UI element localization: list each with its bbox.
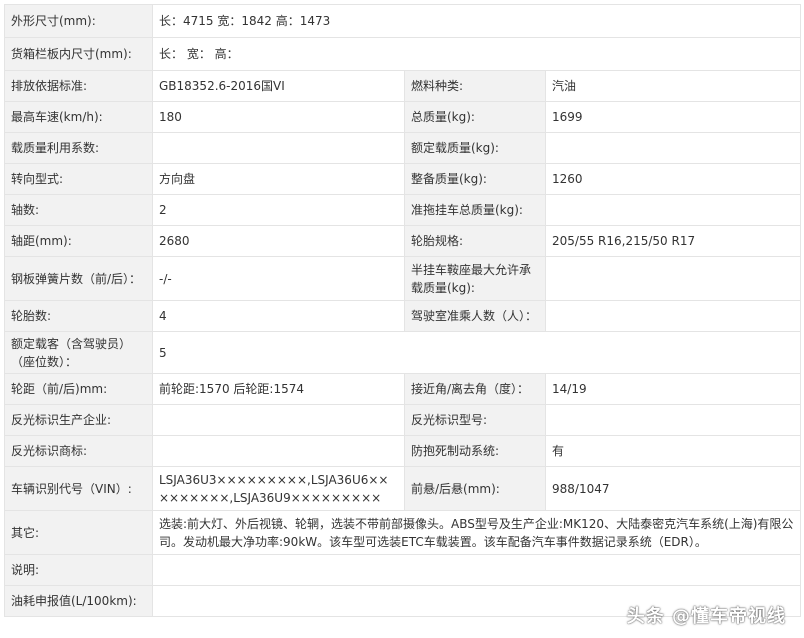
table-row: 最高车速(km/h): 180 总质量(kg): 1699 bbox=[4, 101, 802, 133]
row-value: 5 bbox=[151, 331, 802, 374]
row-value: LSJA36U3×××××××××,LSJA36U6×××××××××,LSJA… bbox=[152, 466, 405, 511]
row-label: 轴距(mm): bbox=[4, 225, 153, 257]
row-label: 反光标识生产企业: bbox=[4, 404, 153, 436]
watermark: 头条 @懂车帝视线 bbox=[626, 606, 786, 627]
row-value-2: 14/19 bbox=[544, 373, 802, 405]
row-value: 方向盘 bbox=[152, 163, 405, 195]
row-label: 最高车速(km/h): bbox=[4, 101, 153, 133]
row-value-2 bbox=[544, 300, 802, 332]
row-label: 排放依据标准: bbox=[4, 70, 153, 102]
table-row: 车辆识别代号（VIN）: LSJA36U3×××××××××,LSJA36U6×… bbox=[4, 466, 802, 511]
row-value: 选装:前大灯、外后视镜、轮辋，选装不带前部摄像头。ABS型号及生产企业:MK12… bbox=[151, 510, 802, 555]
row-label: 反光标识商标: bbox=[4, 435, 153, 467]
table-row: 轴距(mm): 2680 轮胎规格: 205/55 R16,215/50 R17 bbox=[4, 225, 802, 257]
table-row: 轮距（前/后)mm: 前轮距:1570 后轮距:1574 接近角/离去角（度）：… bbox=[4, 373, 802, 405]
row-label-2: 整备质量(kg): bbox=[404, 163, 546, 195]
spec-table: 外形尺寸(mm): 长：4715 宽：1842 高：1473 货箱栏板内尺寸(m… bbox=[4, 4, 802, 617]
row-label: 说明: bbox=[4, 554, 153, 586]
row-label: 其它: bbox=[4, 510, 153, 555]
row-label: 轮胎数: bbox=[4, 300, 153, 332]
row-value: 长： 宽： 高： bbox=[151, 37, 802, 71]
table-row: 反光标识生产企业: 反光标识型号: bbox=[4, 404, 802, 436]
row-value-2: 汽油 bbox=[544, 70, 802, 102]
row-label: 外形尺寸(mm): bbox=[4, 4, 153, 38]
row-label-2: 半挂车鞍座最大允许承载质量(kg): bbox=[404, 256, 546, 301]
row-label-2: 驾驶室准乘人数（人）： bbox=[404, 300, 546, 332]
row-label: 油耗申报值(L/100km): bbox=[4, 585, 153, 617]
table-row: 转向型式: 方向盘 整备质量(kg): 1260 bbox=[4, 163, 802, 195]
row-label-2: 防抱死制动系统: bbox=[404, 435, 546, 467]
row-label-2: 接近角/离去角（度）： bbox=[404, 373, 546, 405]
table-row: 其它: 选装:前大灯、外后视镜、轮辋，选装不带前部摄像头。ABS型号及生产企业:… bbox=[4, 510, 802, 555]
row-value-2: 1699 bbox=[544, 101, 802, 133]
row-label-2: 总质量(kg): bbox=[404, 101, 546, 133]
table-row: 轮胎数: 4 驾驶室准乘人数（人）： bbox=[4, 300, 802, 332]
row-label: 额定载客（含驾驶员）（座位数）： bbox=[4, 331, 153, 374]
table-row: 货箱栏板内尺寸(mm): 长： 宽： 高： bbox=[4, 37, 802, 71]
row-value-2 bbox=[544, 194, 802, 226]
table-row: 载质量利用系数: 额定载质量(kg): bbox=[4, 132, 802, 164]
row-label: 货箱栏板内尺寸(mm): bbox=[4, 37, 153, 71]
row-label-2: 前悬/后悬(mm): bbox=[404, 466, 546, 511]
row-value: 2 bbox=[152, 194, 405, 226]
row-label: 轮距（前/后)mm: bbox=[4, 373, 153, 405]
row-value bbox=[151, 554, 802, 586]
row-value-2 bbox=[544, 404, 802, 436]
row-value: -/- bbox=[152, 256, 405, 301]
row-value-2 bbox=[544, 132, 802, 164]
table-row: 反光标识商标: 防抱死制动系统: 有 bbox=[4, 435, 802, 467]
table-row: 额定载客（含驾驶员）（座位数）： 5 bbox=[4, 331, 802, 374]
row-value bbox=[152, 132, 405, 164]
row-value: 180 bbox=[152, 101, 405, 133]
row-label: 转向型式: bbox=[4, 163, 153, 195]
table-row: 轴数: 2 准拖挂车总质量(kg): bbox=[4, 194, 802, 226]
table-row: 外形尺寸(mm): 长：4715 宽：1842 高：1473 bbox=[4, 4, 802, 38]
row-value: 2680 bbox=[152, 225, 405, 257]
row-label-2: 燃料种类: bbox=[404, 70, 546, 102]
row-value: GB18352.6-2016国VI bbox=[152, 70, 405, 102]
row-value bbox=[152, 404, 405, 436]
row-label: 载质量利用系数: bbox=[4, 132, 153, 164]
row-label-2: 轮胎规格: bbox=[404, 225, 546, 257]
row-value-2: 988/1047 bbox=[544, 466, 802, 511]
row-value bbox=[152, 435, 405, 467]
row-value-2 bbox=[544, 256, 802, 301]
table-row: 钢板弹簧片数（前/后）： -/- 半挂车鞍座最大允许承载质量(kg): bbox=[4, 256, 802, 301]
row-value: 4 bbox=[152, 300, 405, 332]
row-value: 长：4715 宽：1842 高：1473 bbox=[151, 4, 802, 38]
row-label: 轴数: bbox=[4, 194, 153, 226]
table-row: 排放依据标准: GB18352.6-2016国VI 燃料种类: 汽油 bbox=[4, 70, 802, 102]
table-row: 说明: bbox=[4, 554, 802, 586]
row-label-2: 额定载质量(kg): bbox=[404, 132, 546, 164]
row-value-2: 1260 bbox=[544, 163, 802, 195]
row-label: 车辆识别代号（VIN）: bbox=[4, 466, 153, 511]
row-label-2: 准拖挂车总质量(kg): bbox=[404, 194, 546, 226]
row-value: 前轮距:1570 后轮距:1574 bbox=[152, 373, 405, 405]
row-value-2: 有 bbox=[544, 435, 802, 467]
row-label-2: 反光标识型号: bbox=[404, 404, 546, 436]
row-label: 钢板弹簧片数（前/后）： bbox=[4, 256, 153, 301]
row-value-2: 205/55 R16,215/50 R17 bbox=[544, 225, 802, 257]
